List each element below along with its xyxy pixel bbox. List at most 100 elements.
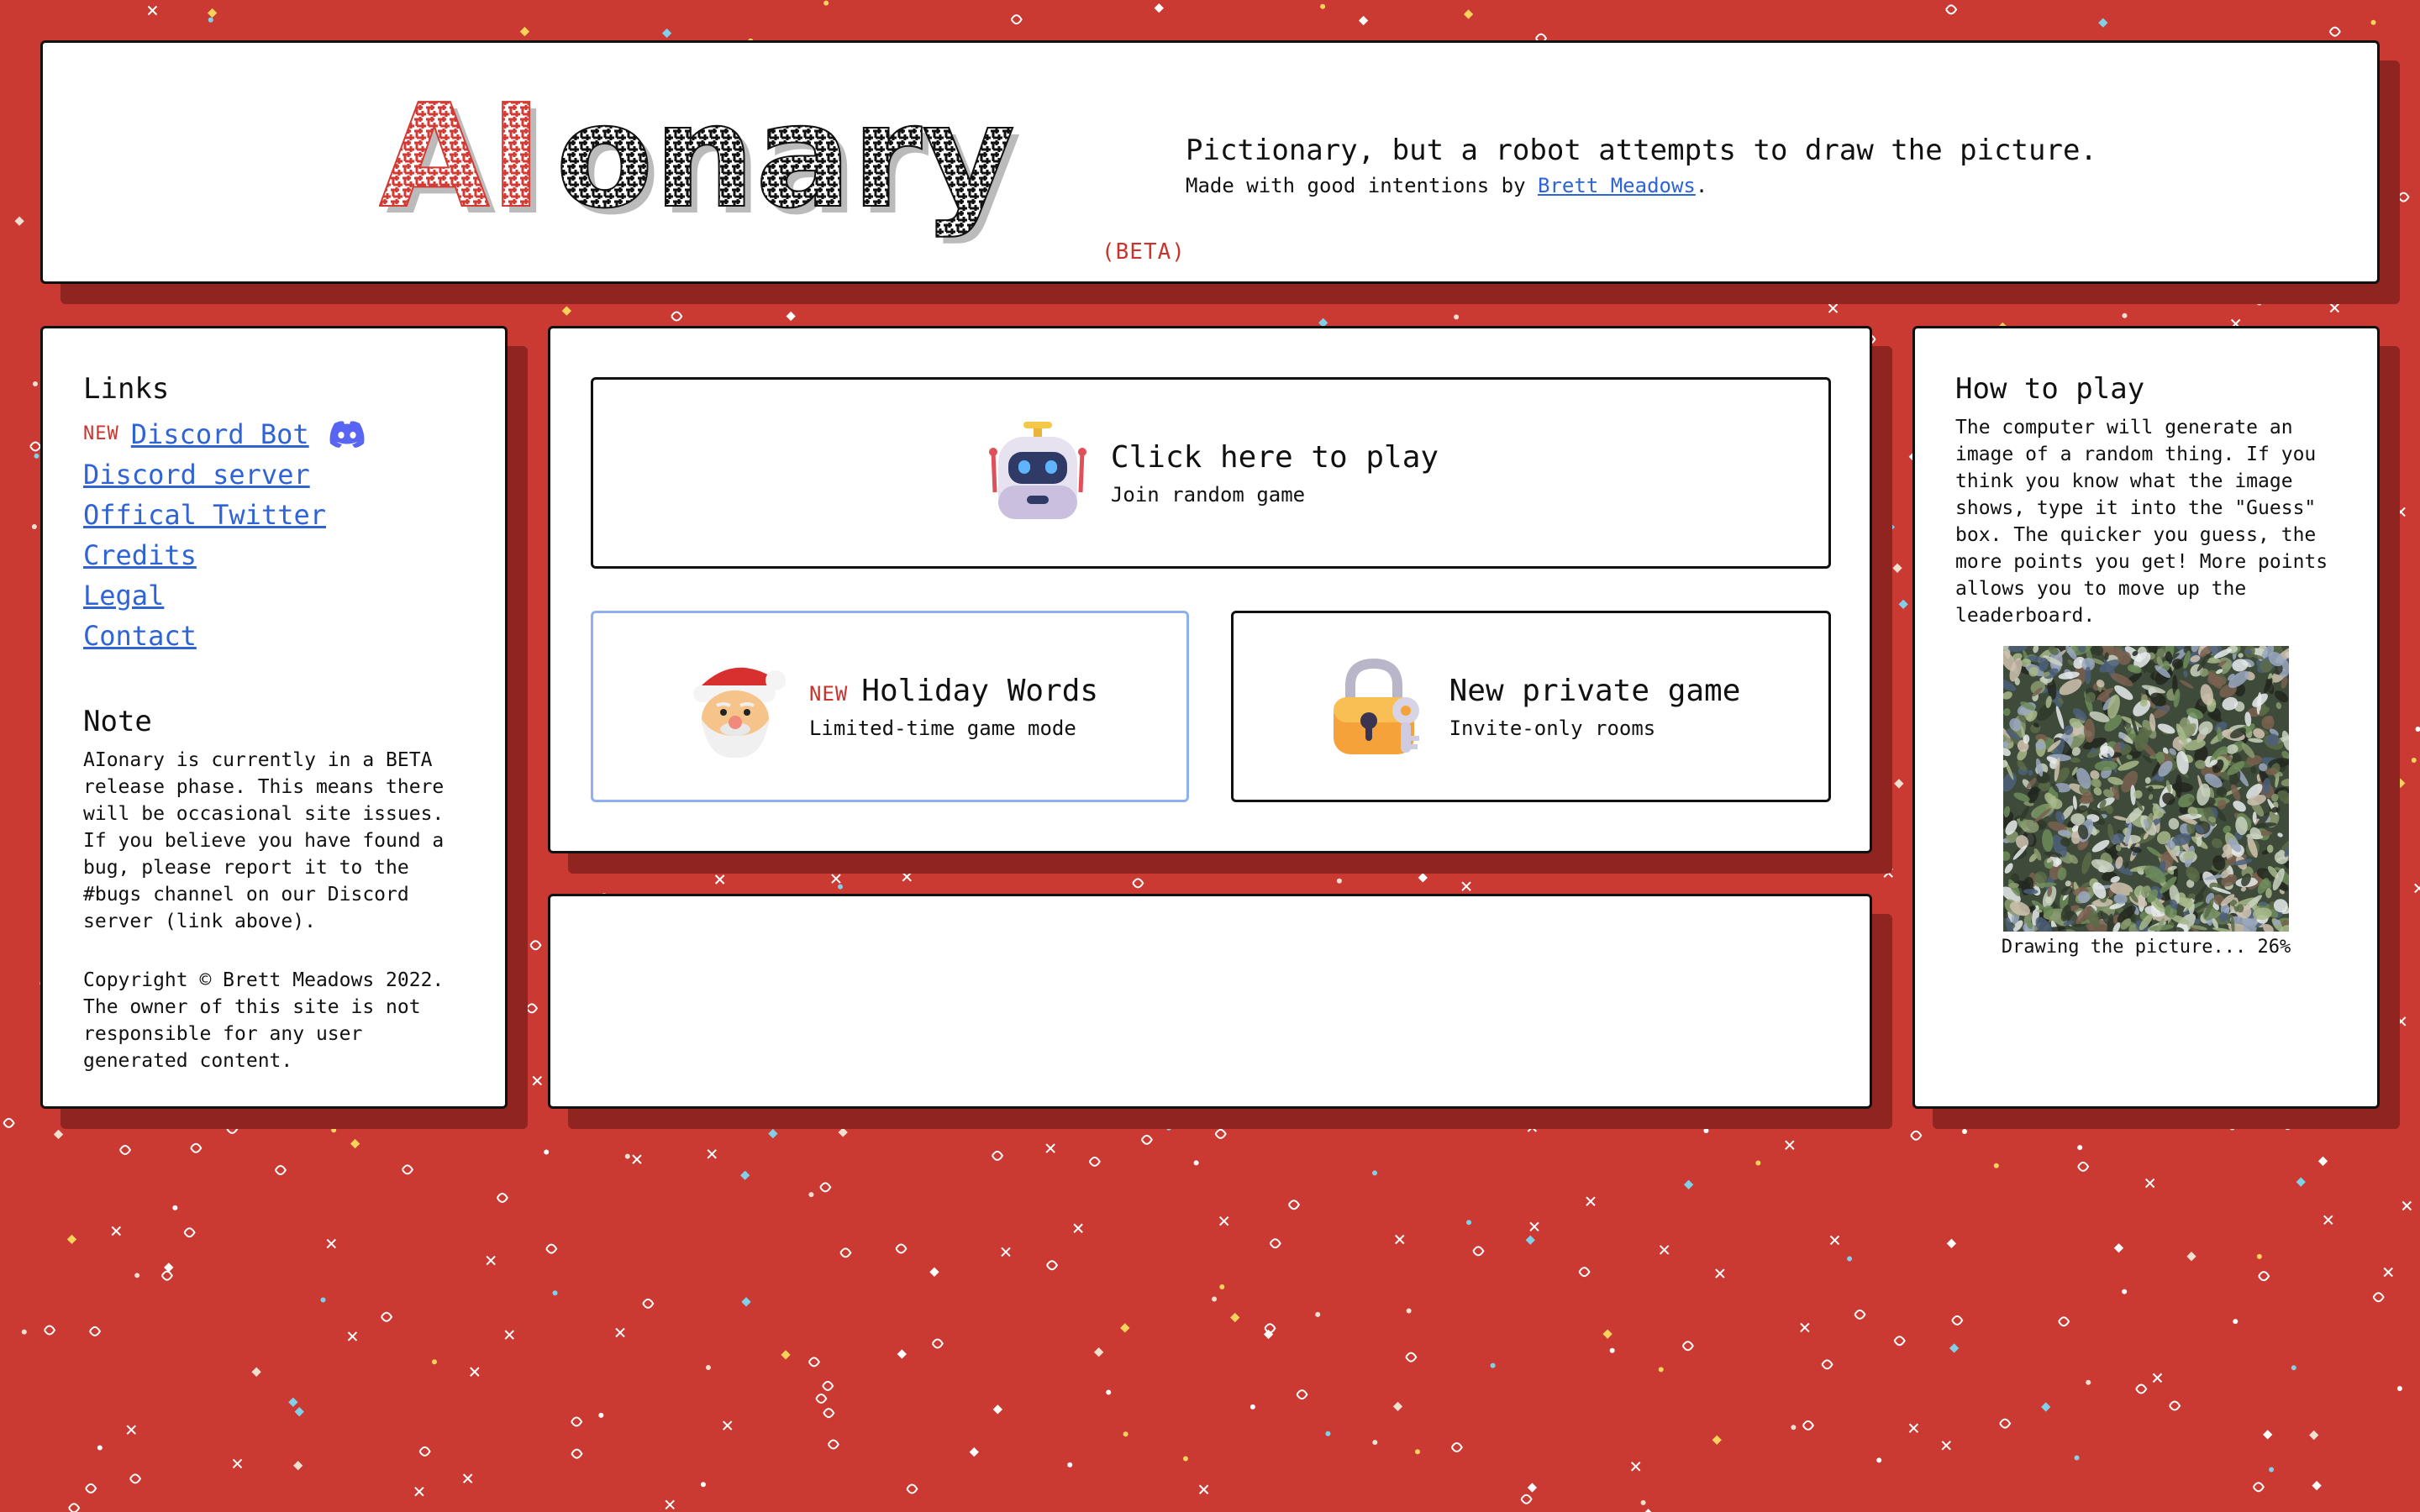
legal-link[interactable]: Legal <box>83 575 164 616</box>
confetti-piece <box>1336 878 1342 884</box>
confetti-piece <box>1401 290 1411 301</box>
confetti-piece <box>347 1331 358 1341</box>
twitter-link[interactable]: Offical Twitter <box>83 495 326 535</box>
confetti-piece <box>2113 1243 2124 1253</box>
discord-icon <box>329 421 365 448</box>
confetti-piece <box>1010 14 1023 25</box>
confetti-piece <box>2041 1402 2051 1412</box>
note-heading: Note <box>83 705 152 738</box>
confetti-piece <box>1472 1246 1485 1257</box>
confetti-piece <box>1527 1122 1538 1132</box>
confetti-piece <box>486 1255 496 1266</box>
confetti-piece <box>66 1234 77 1245</box>
confetti-piece <box>1602 1329 1612 1339</box>
link-row-twitter: Offical Twitter <box>83 495 465 535</box>
confetti-piece <box>1198 1484 1209 1494</box>
maze-logo-image: AI AI onary onary <box>378 73 1022 247</box>
holiday-words-button[interactable]: NEW Holiday Words Limited-time game mode <box>591 611 1189 802</box>
confetti-piece <box>1898 599 1908 610</box>
confetti-piece <box>1166 1125 1172 1131</box>
confetti-piece <box>1609 1347 1615 1353</box>
confetti-piece <box>1885 522 1895 533</box>
confetti-piece <box>418 1446 431 1457</box>
confetti-piece <box>2269 1467 2275 1473</box>
confetti-piece <box>1214 1128 1227 1139</box>
how-to-play-heading: How to play <box>1955 372 2145 406</box>
confetti-piece <box>532 1075 543 1086</box>
confetti-piece <box>1715 1268 1725 1278</box>
confetti-piece <box>190 1142 203 1153</box>
confetti-piece <box>1140 1134 1153 1145</box>
discord-bot-link[interactable]: Discord Bot <box>131 414 309 454</box>
confetti-piece <box>1405 1352 1418 1362</box>
confetti-piece <box>526 1003 539 1014</box>
confetti-piece <box>232 1458 243 1469</box>
links-heading: Links <box>83 372 170 406</box>
confetti-piece <box>624 1153 630 1159</box>
confetti-piece <box>3 1117 15 1128</box>
confetti-piece <box>294 1407 304 1417</box>
confetti-piece <box>1230 1312 1240 1323</box>
confetti-piece <box>1910 1130 1923 1141</box>
confetti-piece <box>703 1117 709 1123</box>
right-sidebar: How to play The computer will generate a… <box>1912 326 2380 1109</box>
author-link[interactable]: Brett Meadows <box>1538 174 1696 197</box>
confetti-piece <box>1093 1347 1104 1357</box>
confetti-piece <box>53 1129 64 1140</box>
confetti-piece <box>1320 3 1326 9</box>
confetti-piece <box>931 1338 944 1349</box>
confetti-piece <box>2233 1319 2238 1325</box>
confetti-piece <box>1154 3 1164 13</box>
confetti-piece <box>512 516 523 527</box>
confetti-piece <box>1794 1115 1804 1126</box>
logo[interactable]: AI AI onary onary (BETA) <box>378 73 1186 265</box>
confetti-piece <box>571 1416 583 1427</box>
confetti-piece <box>1525 1235 1535 1245</box>
svg-text:AI: AI <box>379 93 543 240</box>
lock-key-icon <box>1333 658 1419 754</box>
confetti-piece <box>1325 1431 1331 1436</box>
confetti-piece <box>1908 1423 1919 1433</box>
confetti-piece <box>1876 1457 1882 1463</box>
confetti-piece <box>1233 286 1243 297</box>
santa-icon <box>692 667 786 759</box>
confetti-piece <box>1296 1389 1308 1400</box>
confetti-piece <box>208 286 214 292</box>
credits-link[interactable]: Credits <box>83 535 197 575</box>
confetti-piece <box>1785 1140 1795 1150</box>
confetti-piece <box>1712 1435 1722 1445</box>
confetti-piece <box>1681 1341 1694 1352</box>
confetti-piece <box>700 1482 706 1488</box>
confetti-piece <box>822 1380 834 1391</box>
private-game-button[interactable]: New private game Invite-only rooms <box>1231 611 1831 802</box>
drawing-progress-caption: Drawing the picture... 26% <box>2001 937 2291 958</box>
confetti-piece <box>1045 1143 1055 1153</box>
link-row-credits: Credits <box>83 535 465 575</box>
confetti-piece <box>2074 1455 2080 1461</box>
confetti-piece <box>293 1461 303 1471</box>
confetti-piece <box>1392 1401 1403 1412</box>
confetti-piece <box>1418 873 1428 883</box>
confetti-piece <box>679 1120 685 1126</box>
confetti-piece <box>513 764 524 774</box>
contact-link[interactable]: Contact <box>83 616 197 656</box>
confetti-piece <box>2098 18 2108 28</box>
confetti-piece <box>401 1164 414 1175</box>
confetti-piece <box>707 1149 717 1159</box>
confetti-piece <box>1993 1163 1999 1168</box>
confetti-piece <box>1001 1247 1011 1257</box>
confetti-piece <box>2411 758 2417 764</box>
confetti-piece <box>1372 1440 1378 1446</box>
play-button[interactable]: Click here to play Join random game <box>591 377 1831 569</box>
confetti-piece <box>2383 1267 2393 1278</box>
confetti-piece <box>827 1439 839 1450</box>
confetti-piece <box>1527 1483 1538 1493</box>
confetti-piece <box>164 1263 174 1273</box>
confetti-piece <box>819 1182 832 1193</box>
discord-server-link[interactable]: Discord server <box>83 454 310 495</box>
confetti-piece <box>1802 1420 1814 1431</box>
confetti-piece <box>1946 1238 1957 1248</box>
made-by-text: Made with good intentions by Brett Meado… <box>1186 174 1707 197</box>
confetti-piece <box>183 1227 196 1238</box>
confetti-piece <box>1893 1336 1906 1347</box>
